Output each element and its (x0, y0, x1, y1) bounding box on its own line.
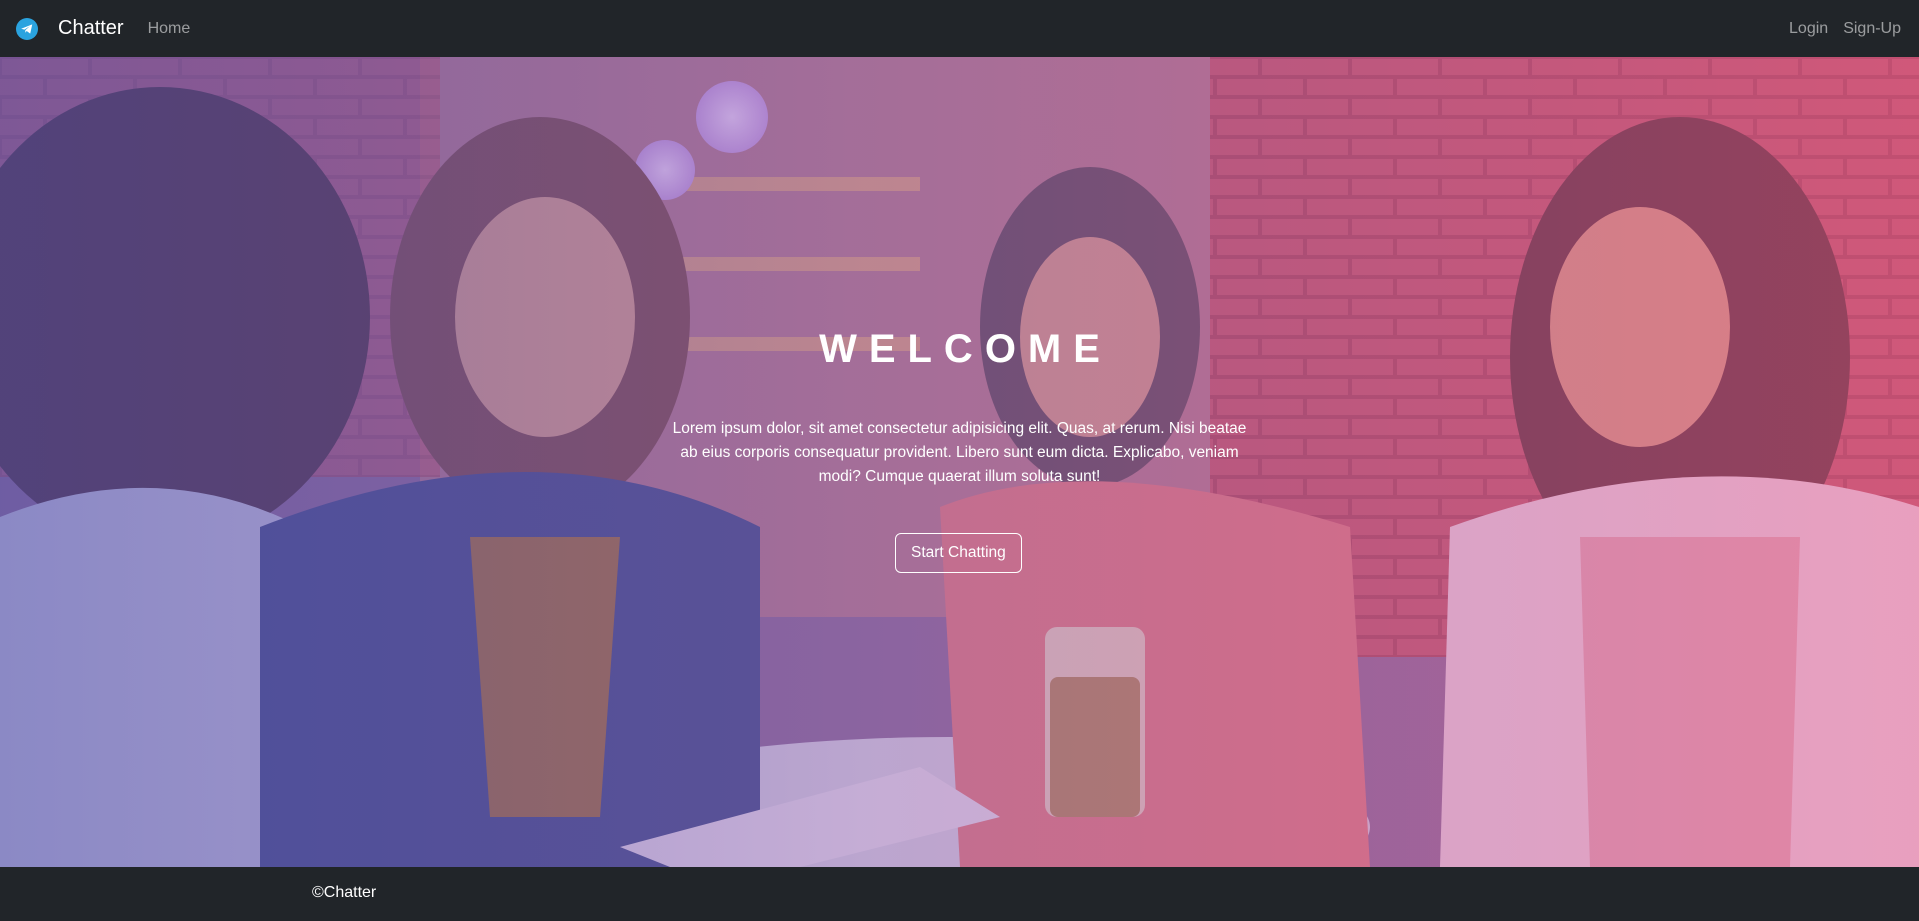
brand-link[interactable]: Chatter (16, 17, 124, 40)
nav-home-link[interactable]: Home (148, 20, 191, 38)
login-link[interactable]: Login (1789, 20, 1828, 38)
hero-title: WELCOME (819, 327, 1112, 371)
hero-content: WELCOME Lorem ipsum dolor, sit amet cons… (0, 57, 1919, 867)
telegram-icon (16, 17, 38, 40)
footer: ©Chatter (0, 867, 1919, 921)
signup-link[interactable]: Sign-Up (1843, 20, 1901, 38)
nav-auth-links: Login Sign-Up (1789, 20, 1903, 38)
hero-description: Lorem ipsum dolor, sit amet consectetur … (672, 420, 1247, 485)
brand-name: Chatter (58, 17, 124, 39)
start-chatting-button[interactable]: Start Chatting (895, 533, 1022, 573)
footer-copyright: ©Chatter (312, 884, 377, 901)
navbar: Chatter Home Login Sign-Up (0, 0, 1919, 57)
hero-section: WELCOME Lorem ipsum dolor, sit amet cons… (0, 57, 1919, 867)
